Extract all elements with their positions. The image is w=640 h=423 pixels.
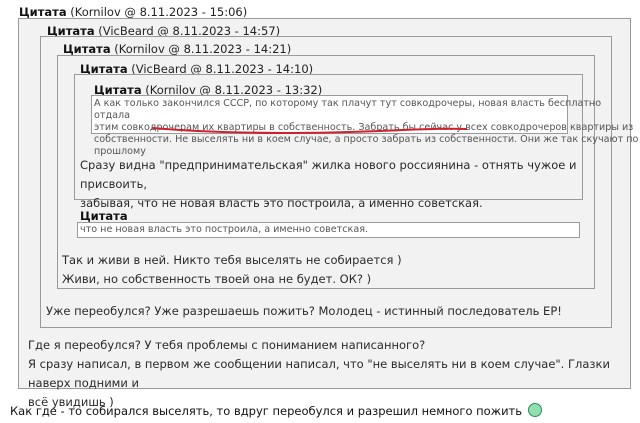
- smiley-icon: [527, 403, 542, 417]
- text-line: Где я переобулся? У тебя проблемы с пони…: [28, 338, 426, 352]
- text-line: Я сразу написал, в первом же сообщении н…: [28, 357, 610, 390]
- text-line: А как только закончился СССР, по котором…: [94, 98, 602, 121]
- quote-label: Цитата: [19, 5, 67, 19]
- quote-label: Цитата: [80, 209, 128, 223]
- quote-meta: (Kornilov @ 8.11.2023 - 14:21): [114, 42, 292, 56]
- quote-header-3: Цитата (Kornilov @ 8.11.2023 - 14:21): [63, 42, 291, 56]
- quote-3-text: Так и живи в ней. Никто тебя выселять не…: [62, 251, 402, 289]
- text-line: Сразу видна "предпринимательская" жилка …: [80, 158, 577, 191]
- text-line: Живи, но собственность твоей она не буде…: [62, 272, 372, 286]
- quote-2-text: Уже переобулся? Уже разрешаешь пожить? М…: [46, 304, 562, 318]
- red-underline-annotation: [152, 127, 467, 134]
- text-line: Так и живи в ней. Никто тебя выселять не…: [62, 253, 402, 267]
- quote-header-1: Цитата (Kornilov @ 8.11.2023 - 15:06): [19, 5, 247, 19]
- quote-6-text: что не новая власть это построила, а име…: [80, 224, 369, 235]
- quote-4-text: Сразу видна "предпринимательская" жилка …: [80, 156, 640, 213]
- reply-line: Как где - то собирался выселять, то вдру…: [10, 404, 523, 418]
- quote-label: Цитата: [63, 42, 111, 56]
- quote-1-text: Где я переобулся? У тебя проблемы с пони…: [28, 336, 640, 412]
- quote-header-6: Цитата: [80, 209, 128, 223]
- text-line: забывая, что не новая власть это построи…: [80, 196, 483, 210]
- quote-meta: (Kornilov @ 8.11.2023 - 15:06): [70, 5, 248, 19]
- reply-text: Как где - то собирался выселять, то вдру…: [10, 402, 542, 421]
